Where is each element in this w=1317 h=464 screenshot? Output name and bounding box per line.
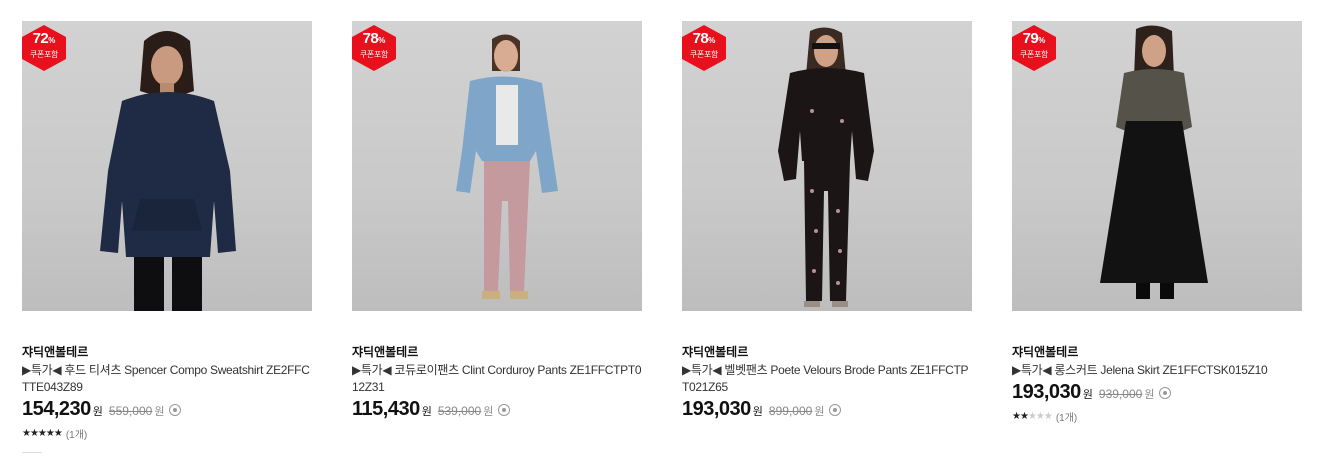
brand-name[interactable]: 쟈딕앤볼테르 [352,345,644,360]
rating-row: ★★★★★ (1개) [1012,409,1304,424]
price-info-icon[interactable] [169,404,182,416]
sale-price: 193,030 [682,398,751,420]
rating-row: ★★★★★ (1개) [22,426,314,441]
discount-badge: 78% 쿠폰포함 [352,25,396,71]
coupon-label: 쿠폰포함 [1019,50,1049,59]
price-row: 193,030 원 899,000 원 [682,398,974,424]
sale-price: 115,430 [352,398,420,420]
product-title[interactable]: ▶특가◀ 롱스커트 Jelena Skirt ZE1FFCTSK015Z10 [1012,362,1304,379]
discount-percent: 79% [1022,30,1046,47]
sale-price-unit: 원 [1082,389,1093,401]
product-card[interactable]: 78% 쿠폰포함 쟈딕앤볼테르 ▶특가◀ 코듀로이팬츠 Clint Cordur… [352,21,644,424]
price-info-icon[interactable] [829,404,842,416]
divider [22,452,42,453]
rating-stars-icon: ★★★★★ [22,427,63,439]
review-count[interactable]: (1개) [66,426,87,441]
original-price: 539,000 [437,404,482,418]
sale-price: 193,030 [1012,381,1081,403]
price-row: 193,030 원 939,000 원 [1012,381,1304,407]
sale-price: 154,230 [22,398,91,420]
product-title[interactable]: ▶특가◀ 후드 티셔츠 Spencer Compo Sweatshirt ZE2… [22,362,314,396]
original-price-unit: 원 [814,406,825,418]
sale-price-unit: 원 [421,406,432,418]
product-image[interactable]: 79% 쿠폰포함 [1012,21,1302,311]
sale-price-unit: 원 [92,406,103,418]
price-row: 115,430 원 539,000 원 [352,398,644,424]
discount-percent: 78% [362,30,386,47]
brand-name[interactable]: 쟈딕앤볼테르 [1012,345,1304,360]
product-card[interactable]: 78% 쿠폰포함 쟈딕앤볼테르 ▶특가◀ 벨벳팬츠 Poete Velours … [682,21,974,424]
brand-name[interactable]: 쟈딕앤볼테르 [22,345,314,360]
sale-price-unit: 원 [752,406,763,418]
original-price-unit: 원 [483,406,494,418]
review-count[interactable]: (1개) [1056,409,1077,424]
product-image[interactable]: 78% 쿠폰포함 [352,21,642,311]
coupon-label: 쿠폰포함 [359,50,389,59]
discount-badge: 78% 쿠폰포함 [682,25,726,71]
discount-percent: 78% [692,30,716,47]
product-title[interactable]: ▶특가◀ 벨벳팬츠 Poete Velours Brode Pants ZE1F… [682,362,974,396]
coupon-label: 쿠폰포함 [689,50,719,59]
discount-badge: 72% 쿠폰포함 [22,25,66,71]
original-price: 939,000 [1098,387,1143,401]
product-grid: 72% 쿠폰포함 쟈딕앤볼테르 ▶특가◀ 후드 티셔츠 Spencer Comp… [22,21,1312,464]
original-price: 559,000 [108,404,153,418]
original-price-unit: 원 [1144,389,1155,401]
product-card[interactable]: 79% 쿠폰포함 쟈딕앤볼테르 ▶특가◀ 롱스커트 Jelena Skirt Z… [1012,21,1304,424]
price-row: 154,230 원 559,000 원 [22,398,314,424]
brand-name[interactable]: 쟈딕앤볼테르 [682,345,974,360]
product-image[interactable]: 78% 쿠폰포함 [682,21,972,311]
discount-percent: 72% [32,30,56,47]
coupon-label: 쿠폰포함 [29,50,59,59]
product-title[interactable]: ▶특가◀ 코듀로이팬츠 Clint Corduroy Pants ZE1FFCT… [352,362,644,396]
rating-stars-icon: ★★★★★ [1012,410,1053,422]
price-info-icon[interactable] [1159,387,1172,399]
product-image[interactable]: 72% 쿠폰포함 [22,21,312,311]
price-info-icon[interactable] [498,404,511,416]
product-card[interactable]: 72% 쿠폰포함 쟈딕앤볼테르 ▶특가◀ 후드 티셔츠 Spencer Comp… [22,21,314,441]
discount-badge: 79% 쿠폰포함 [1012,25,1056,71]
original-price: 899,000 [768,404,813,418]
original-price-unit: 원 [154,406,165,418]
